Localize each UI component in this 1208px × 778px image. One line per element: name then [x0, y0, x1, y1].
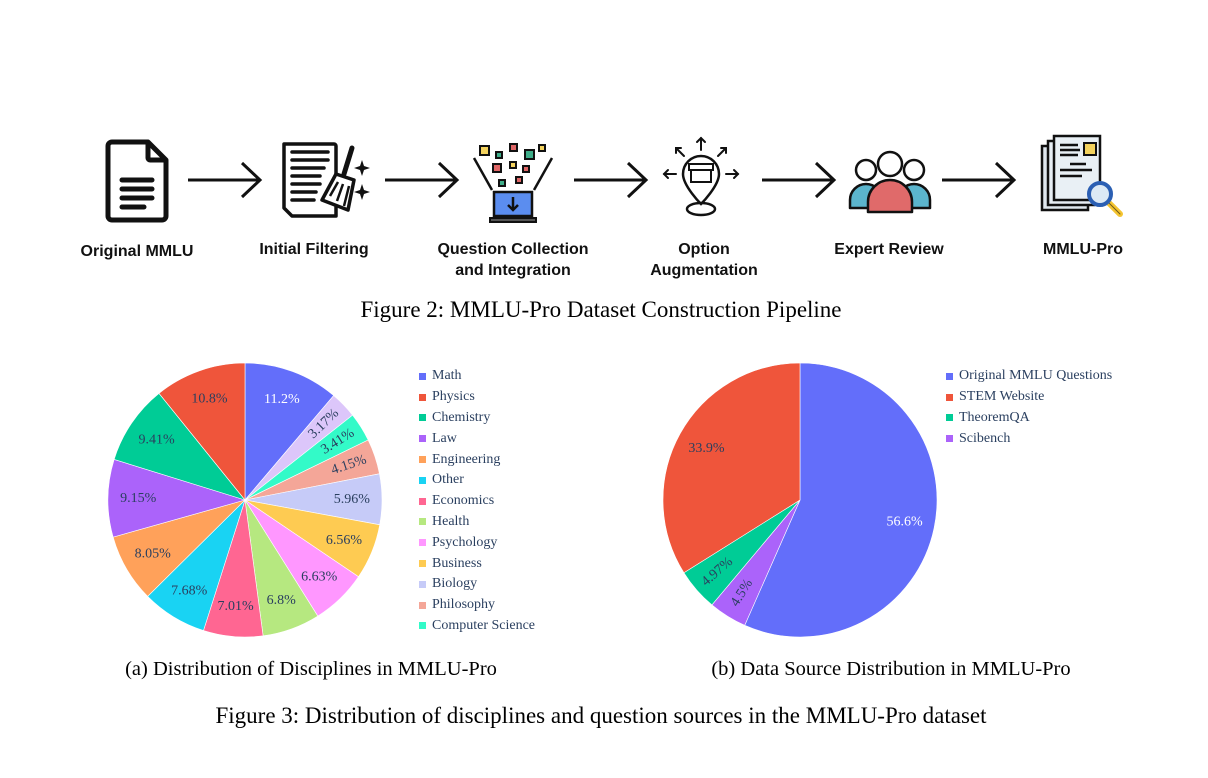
arrow-right-icon — [762, 161, 837, 199]
pie-label-business: 6.56% — [326, 533, 363, 548]
legend-item-stem-website[interactable]: STEM Website — [946, 387, 1112, 408]
legend-swatch — [419, 622, 426, 630]
step-label-mmlu-pro: MMLU-Pro — [1043, 239, 1123, 260]
legend-label: Business — [432, 555, 482, 571]
legend-swatch — [946, 393, 953, 401]
data-source-legend: Original MMLU Questions STEM Website Theor… — [946, 366, 1112, 449]
legend-label: TheoremQA — [959, 409, 1030, 425]
legend-label: STEM Website — [959, 389, 1045, 405]
step-label-line: Initial Filtering — [259, 241, 369, 258]
legend-label: Scibench — [959, 430, 1011, 446]
pie-label-original-mmlu-questions: 56.6% — [886, 515, 923, 530]
legend-item-theoremqa[interactable]: TheoremQA — [946, 408, 1112, 429]
legend-label: Psychology — [432, 534, 498, 550]
legend-item-chemistry[interactable]: Chemistry — [419, 408, 535, 429]
document-search-icon — [1040, 134, 1123, 217]
legend-item-other[interactable]: Other — [419, 470, 535, 491]
subcaption-a: (a) Distribution of Disciplines in MMLU-… — [125, 658, 497, 680]
legend-item-math[interactable]: Math — [419, 366, 535, 387]
pie-label-math: 11.2% — [264, 392, 300, 407]
legend-swatch — [419, 518, 426, 526]
document-icon — [105, 139, 169, 223]
legend-swatch — [419, 497, 426, 505]
step-label-question-collection: Question Collection and Integration — [437, 239, 588, 281]
legend-item-engineering[interactable]: Engineering — [419, 449, 535, 470]
step-label-line: Option — [678, 241, 730, 258]
disciplines-legend: Math Physics Chemistry Law Engineering Other E… — [419, 366, 535, 636]
legend-swatch — [419, 580, 426, 588]
legend-item-health[interactable]: Health — [419, 512, 535, 533]
legend-swatch — [419, 393, 426, 401]
legend-item-philosophy[interactable]: Philosophy — [419, 595, 535, 616]
legend-swatch — [946, 414, 953, 422]
data-source-pie-chart: 56.6%4.5%4.97%33.9% — [662, 362, 938, 638]
legend-label: Health — [432, 513, 470, 529]
legend-swatch — [419, 476, 426, 484]
legend-swatch — [419, 372, 426, 380]
arrow-right-icon — [942, 161, 1017, 199]
step-label-line: Expert Review — [834, 241, 944, 258]
step-label-line: Question Collection — [437, 241, 589, 258]
legend-swatch — [419, 435, 426, 443]
pie-label-engineering: 8.05% — [135, 546, 172, 561]
document-broom-icon — [282, 142, 370, 218]
pie-label-biology: 5.96% — [334, 492, 371, 507]
legend-swatch — [419, 539, 426, 547]
legend-swatch — [419, 456, 426, 464]
figure-3-caption: Figure 3: Distribution of disciplines an… — [215, 703, 987, 728]
legend-item-scibench[interactable]: Scibench — [946, 428, 1112, 449]
pie-label-law: 9.15% — [120, 491, 157, 506]
location-store-icon — [662, 136, 740, 217]
step-label-line: MMLU-Pro — [1043, 241, 1123, 258]
legend-item-physics[interactable]: Physics — [419, 387, 535, 408]
legend-item-economics[interactable]: Economics — [419, 491, 535, 512]
legend-label: Computer Science — [432, 617, 536, 633]
legend-label: Philosophy — [432, 597, 496, 613]
step-label-line: and Integration — [455, 262, 571, 279]
step-label-original-mmlu: Original MMLU — [81, 241, 194, 262]
arrow-right-icon — [188, 161, 263, 199]
legend-swatch — [419, 414, 426, 422]
pie-label-physics: 10.8% — [191, 392, 228, 407]
legend-swatch — [419, 560, 426, 568]
pie-label-other: 7.68% — [171, 584, 208, 599]
legend-label: Other — [432, 472, 464, 488]
legend-item-psychology[interactable]: Psychology — [419, 532, 535, 553]
legend-item-original-mmlu-questions[interactable]: Original MMLU Questions — [946, 366, 1112, 387]
legend-label: Original MMLU Questions — [959, 368, 1113, 384]
people-group-icon — [848, 150, 932, 214]
legend-swatch — [419, 601, 426, 609]
legend-swatch — [946, 435, 953, 443]
legend-label: Engineering — [432, 451, 501, 467]
legend-label: Law — [432, 430, 457, 446]
pie-label-chemistry: 9.41% — [139, 432, 176, 447]
subcaption-b: (b) Data Source Distribution in MMLU-Pro — [711, 658, 1071, 680]
legend-label: Physics — [432, 389, 475, 405]
legend-item-computer-science[interactable]: Computer Science — [419, 616, 535, 637]
legend-label: Chemistry — [432, 409, 491, 425]
legend-label: Math — [432, 368, 462, 384]
figure-2-caption: Figure 2: MMLU-Pro Dataset Construction … — [360, 297, 842, 322]
legend-item-biology[interactable]: Biology — [419, 574, 535, 595]
disciplines-pie-chart: 11.2%3.17%3.41%4.15%5.96%6.56%6.63%6.8%7… — [107, 362, 383, 638]
legend-item-law[interactable]: Law — [419, 428, 535, 449]
legend-swatch — [946, 372, 953, 380]
arrow-right-icon — [385, 161, 460, 199]
pie-label-psychology: 6.63% — [301, 569, 338, 584]
pie-label-stem-website: 33.9% — [688, 441, 725, 456]
legend-label: Economics — [432, 493, 495, 509]
step-label-line: Original MMLU — [80, 243, 194, 260]
step-label-expert-review: Expert Review — [834, 239, 943, 260]
step-label-line: Augmentation — [650, 262, 758, 279]
laptop-collection-icon — [472, 143, 554, 223]
step-label-initial-filtering: Initial Filtering — [259, 239, 368, 260]
step-label-option-augmentation: Option Augmentation — [650, 239, 758, 281]
pie-label-health: 6.8% — [267, 593, 297, 608]
pie-label-economics: 7.01% — [218, 599, 255, 614]
arrow-right-icon — [574, 161, 649, 199]
legend-item-business[interactable]: Business — [419, 553, 535, 574]
legend-label: Biology — [432, 576, 478, 592]
